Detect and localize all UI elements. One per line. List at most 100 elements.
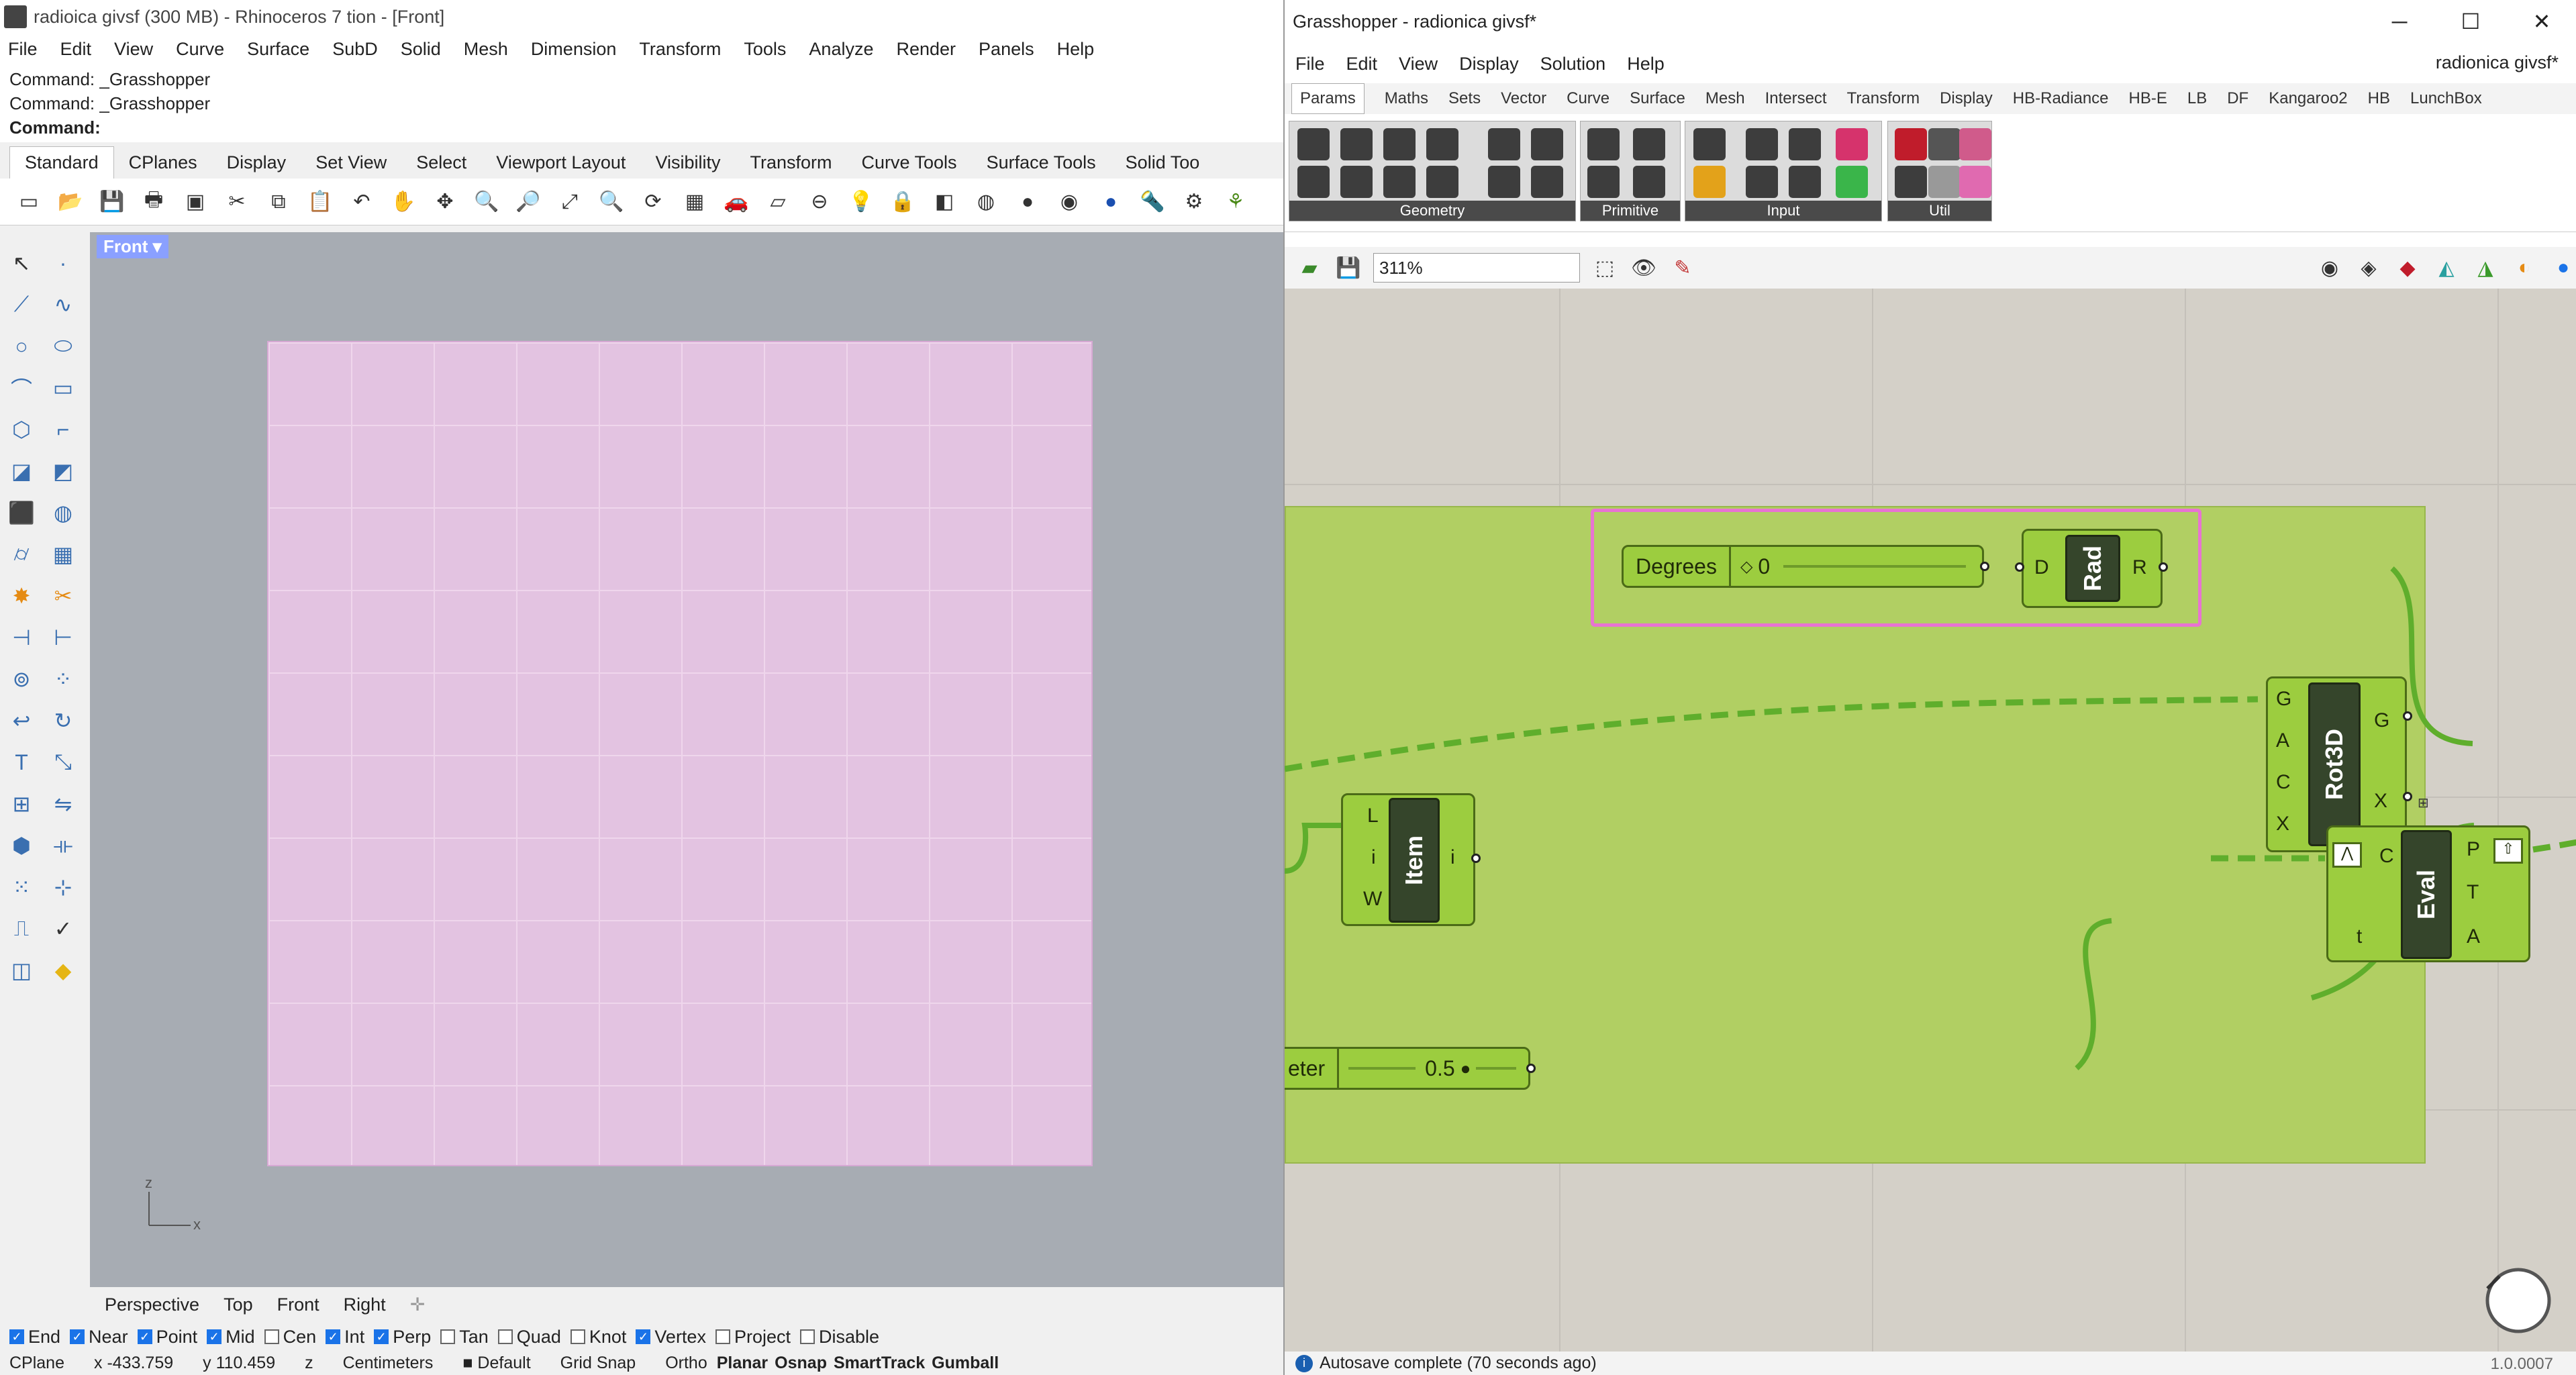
zoomable-ui-icon[interactable]: ⊞ — [2418, 795, 2429, 811]
geometry-param-icon[interactable] — [1488, 166, 1520, 198]
minimize-icon[interactable]: ─ — [2364, 0, 2435, 43]
input-param-icon[interactable] — [1693, 166, 1726, 198]
gh-tab-kangaroo2[interactable]: Kangaroo2 — [2269, 89, 2347, 108]
add-viewport-tab-icon[interactable]: ✛ — [410, 1294, 426, 1315]
input-port[interactable]: W — [1363, 888, 1382, 911]
osnap-near[interactable]: ✓ Near — [70, 1327, 128, 1347]
input-param-icon[interactable] — [1836, 166, 1868, 198]
viewport-tab-right[interactable]: Right — [344, 1294, 386, 1315]
gh-menu-edit[interactable]: Edit — [1346, 54, 1378, 74]
geometry-param-icon[interactable] — [1531, 166, 1563, 198]
radians-component[interactable]: D Rad R — [2022, 529, 2163, 608]
output-port[interactable]: P — [2467, 838, 2480, 861]
input-param-icon[interactable] — [1693, 128, 1726, 160]
menu-solid[interactable]: Solid — [401, 39, 441, 60]
gh-tab-surface[interactable]: Surface — [1630, 89, 1685, 108]
graft-icon[interactable]: ⋀ — [2332, 842, 2362, 868]
menu-analyze[interactable]: Analyze — [809, 39, 873, 60]
zoom-extents-icon[interactable]: ⤢ — [556, 188, 584, 216]
command-prompt[interactable]: Command: — [9, 115, 1274, 140]
dimension-icon[interactable]: ⟛ — [46, 828, 81, 863]
input-grip[interactable] — [2015, 562, 2024, 572]
ribbon-group-label[interactable]: Input — [1685, 201, 1881, 221]
wrench-icon[interactable]: ⊖ — [805, 188, 834, 216]
slider-track[interactable] — [1783, 565, 1966, 568]
menu-render[interactable]: Render — [896, 39, 956, 60]
output-port[interactable]: T — [2467, 881, 2479, 904]
rendered-sphere-icon[interactable]: ◉ — [1055, 188, 1083, 216]
copy-icon[interactable]: ⧉ — [264, 188, 293, 216]
input-param-icon[interactable] — [1836, 128, 1868, 160]
zoom-dropdown[interactable]: 311% — [1373, 253, 1580, 283]
preview-off-icon[interactable]: ◉ — [2316, 254, 2344, 282]
input-port[interactable]: t — [2357, 925, 2362, 948]
close-icon[interactable]: ✕ — [2506, 0, 2576, 43]
zoom-window-icon[interactable]: 🔎 — [514, 188, 542, 216]
gh-tab-maths[interactable]: Maths — [1385, 89, 1428, 108]
viewport-tab-front[interactable]: Front — [277, 1294, 319, 1315]
gh-tab-lunchbox[interactable]: LunchBox — [2410, 89, 2482, 108]
input-param-icon[interactable] — [1746, 128, 1778, 160]
gh-canvas[interactable]: Degrees ◇ 0 D Rad R G A C X Rot3D G X ⊞ — [1285, 289, 2576, 1352]
zoom-selected-icon[interactable]: 🔍 — [597, 188, 626, 216]
osnap-vertex[interactable]: ✓ Vertex — [636, 1327, 706, 1347]
output-grip[interactable] — [1980, 562, 1989, 571]
viewport-label[interactable]: Front ▾ — [97, 235, 168, 258]
preview-sphere-icon[interactable]: ● — [2549, 254, 2576, 282]
preview-mesh-icon[interactable]: ◮ — [2471, 254, 2499, 282]
car-icon[interactable]: 🚗 — [722, 188, 750, 216]
ellipse-icon[interactable]: ⬭ — [46, 329, 81, 364]
rectangle-icon[interactable]: ▭ — [46, 370, 81, 405]
slider-handle[interactable]: ● — [1460, 1058, 1471, 1079]
menu-surface[interactable]: Surface — [247, 39, 309, 60]
join-icon[interactable]: ⊢ — [46, 620, 81, 655]
block-icon[interactable]: ⬢ — [4, 828, 39, 863]
cherry-icon[interactable] — [1895, 128, 1927, 160]
geometry-param-icon[interactable] — [1297, 166, 1330, 198]
boolean-icon[interactable]: ◍ — [46, 495, 81, 530]
menu-transform[interactable]: Transform — [639, 39, 721, 60]
rotate-view-icon[interactable]: ✥ — [431, 188, 459, 216]
primitive-param-icon[interactable] — [1587, 128, 1620, 160]
osnap-point[interactable]: ✓ Point — [137, 1327, 197, 1347]
flatten-icon[interactable]: ⇧ — [2493, 838, 2523, 864]
osnap-int[interactable]: ✓ Int — [326, 1327, 364, 1347]
plane-icon[interactable]: ▱ — [764, 188, 792, 216]
import-icon[interactable]: ▣ — [181, 188, 209, 216]
gh-menu-view[interactable]: View — [1399, 54, 1438, 74]
blue-sphere-icon[interactable]: ● — [1097, 188, 1125, 216]
print-icon[interactable]: 🖶 — [140, 188, 168, 216]
cut-icon[interactable]: ✂ — [223, 188, 251, 216]
input-param-icon[interactable] — [1746, 166, 1778, 198]
maximize-icon[interactable]: ☐ — [2435, 0, 2506, 43]
slider-track[interactable] — [1348, 1067, 1416, 1070]
array-icon[interactable]: ⊞ — [4, 786, 39, 821]
input-port[interactable]: C — [2379, 845, 2394, 868]
point-icon[interactable]: · — [46, 246, 81, 281]
list-item-component[interactable]: L i W Item i — [1341, 793, 1475, 926]
preview-selected-icon[interactable]: ◭ — [2432, 254, 2461, 282]
tab-standard[interactable]: Standard — [9, 146, 114, 179]
gh-tab-curve[interactable]: Curve — [1567, 89, 1609, 108]
arrow-icon[interactable] — [1928, 166, 1961, 198]
box-icon[interactable]: ⬛ — [4, 495, 39, 530]
surface-icon[interactable]: ◪ — [4, 454, 39, 489]
explode-icon[interactable]: ✸ — [4, 578, 39, 613]
osnap-perp[interactable]: ✓ Perp — [374, 1327, 431, 1347]
osnap-end[interactable]: ✓ End — [9, 1327, 60, 1347]
trim-icon[interactable]: ✂ — [46, 578, 81, 613]
degrees-slider[interactable]: Degrees ◇ 0 — [1622, 545, 1984, 588]
scale-icon[interactable]: ⤡ — [46, 745, 81, 780]
select-arrow-icon[interactable]: ↖ — [4, 246, 39, 281]
menu-tools[interactable]: Tools — [744, 39, 786, 60]
curve-icon[interactable]: ∿ — [46, 287, 81, 322]
input-param-icon[interactable] — [1789, 128, 1821, 160]
osnap-quad[interactable]: Quad — [497, 1327, 561, 1347]
shaded-sphere-icon[interactable]: ● — [1013, 188, 1042, 216]
ungroup-icon[interactable]: ⁘ — [46, 662, 81, 697]
gh-tab-vector[interactable]: Vector — [1501, 89, 1546, 108]
input-param-icon[interactable] — [1789, 166, 1821, 198]
gh-tab-hb-e[interactable]: HB-E — [2129, 89, 2167, 108]
geometry-param-icon[interactable] — [1488, 128, 1520, 160]
pan-icon[interactable]: ✋ — [389, 188, 417, 216]
